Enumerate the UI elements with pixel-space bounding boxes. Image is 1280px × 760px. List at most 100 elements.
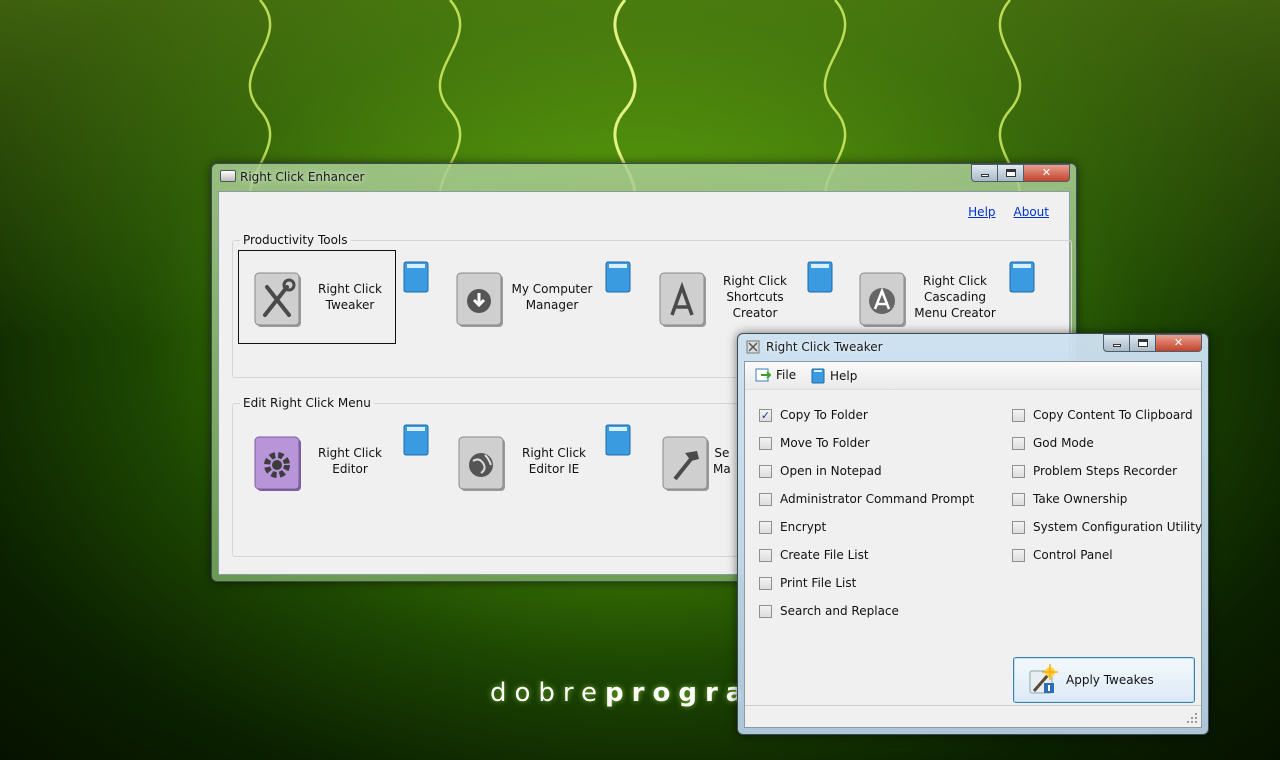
tool-shortcuts-creator[interactable]: Right Click Shortcuts Creator	[643, 250, 801, 344]
checkbox[interactable]: ✓	[759, 408, 772, 422]
help-book-icon[interactable]	[605, 261, 631, 293]
menu-file[interactable]: File	[755, 368, 796, 382]
option-row[interactable]: Print File List	[759, 576, 856, 590]
option-row[interactable]: Search and Replace	[759, 604, 899, 618]
checkbox[interactable]	[1012, 492, 1025, 506]
checkbox[interactable]	[759, 604, 772, 618]
tool-my-computer-manager[interactable]: My Computer Manager	[440, 250, 598, 344]
maximize-button[interactable]	[998, 164, 1024, 182]
app-store-icon	[659, 272, 706, 327]
wallpaper-brand-text: dobreprogra	[490, 678, 751, 708]
brand-bold: progra	[605, 678, 752, 708]
checkbox[interactable]	[759, 520, 772, 534]
tool-right-click-tweaker[interactable]: Right Click Tweaker	[238, 250, 396, 344]
checkbox[interactable]	[759, 576, 772, 590]
menu-help[interactable]: Help	[811, 368, 857, 384]
option-label: God Mode	[1033, 436, 1094, 450]
wrench-screwdriver-icon	[254, 272, 301, 327]
option-label: Take Ownership	[1033, 492, 1128, 506]
option-label: Move To Folder	[780, 436, 870, 450]
option-label: Encrypt	[780, 520, 827, 534]
tool-label: Right Click Editor IE	[521, 446, 586, 476]
window-title: Right Click Enhancer	[240, 170, 365, 184]
option-row[interactable]: Problem Steps Recorder	[1012, 464, 1177, 478]
checkbox[interactable]	[1012, 464, 1025, 478]
group-label: Edit Right Click Menu	[240, 396, 374, 410]
tool-right-click-editor-ie[interactable]: Right Click Editor IE	[442, 414, 600, 508]
brand-light: dobre	[490, 678, 606, 708]
option-label: Open in Notepad	[780, 464, 882, 478]
title-bar[interactable]: Right Click Enhancer ✕	[212, 164, 1076, 190]
help-book-icon[interactable]	[403, 261, 429, 293]
tool-partial-hidden[interactable]: Se Ma	[646, 414, 746, 508]
status-bar	[745, 705, 1201, 727]
close-button[interactable]: ✕	[1024, 164, 1070, 182]
tool-right-click-editor[interactable]: Right Click Editor	[238, 414, 396, 508]
minimize-button[interactable]	[1103, 334, 1130, 352]
maximize-icon	[1137, 339, 1148, 347]
tweaker-client-area: File Help ✓ Copy To Folder Move To Folder O…	[744, 361, 1202, 728]
option-row[interactable]: Administrator Command Prompt	[759, 492, 974, 506]
help-book-icon[interactable]	[1009, 261, 1035, 293]
option-row[interactable]: System Configuration Utility	[1012, 520, 1202, 534]
group-label: Productivity Tools	[240, 233, 351, 247]
menu-help-label: Help	[830, 369, 858, 383]
tool-label: Right Click Shortcuts Creator	[722, 274, 787, 320]
minimize-icon	[980, 174, 989, 177]
file-export-icon	[755, 368, 771, 382]
option-label: Copy To Folder	[780, 408, 868, 422]
tool-label: Right Click Tweaker	[317, 282, 382, 312]
option-row[interactable]: Copy Content To Clipboard	[1012, 408, 1193, 422]
right-click-tweaker-window: Right Click Tweaker ✕ File Help ✓ Copy To…	[737, 333, 1209, 735]
option-row[interactable]: Take Ownership	[1012, 492, 1127, 506]
close-button[interactable]: ✕	[1156, 334, 1202, 352]
checkbox[interactable]	[759, 464, 772, 478]
checkbox[interactable]	[1012, 436, 1025, 450]
option-row[interactable]: Encrypt	[759, 520, 826, 534]
help-book-icon[interactable]	[807, 261, 833, 293]
option-label: Search and Replace	[780, 604, 899, 618]
globe-icon	[458, 436, 505, 491]
resize-grip-icon[interactable]	[1186, 712, 1198, 724]
tool-label: Right Click Cascading Menu Creator	[914, 274, 996, 320]
maximize-icon	[1005, 169, 1016, 177]
option-row[interactable]: Control Panel	[1012, 548, 1113, 562]
option-label: Create File List	[780, 548, 869, 562]
minimize-button[interactable]	[971, 164, 998, 182]
window-title: Right Click Tweaker	[766, 340, 883, 354]
maximize-button[interactable]	[1130, 334, 1156, 352]
option-label: Print File List	[780, 576, 857, 590]
gear-icon	[254, 436, 301, 491]
checkbox[interactable]	[1012, 408, 1025, 422]
apply-tweaks-button[interactable]: Apply Tweakes	[1013, 657, 1195, 703]
help-book-icon[interactable]	[605, 424, 631, 456]
minimize-icon	[1112, 344, 1121, 347]
title-bar[interactable]: Right Click Tweaker ✕	[738, 334, 1208, 360]
option-label: System Configuration Utility	[1033, 520, 1203, 534]
apply-tweaks-label: Apply Tweakes	[1066, 673, 1154, 687]
option-label: Control Panel	[1033, 548, 1113, 562]
checkbox[interactable]	[759, 548, 772, 562]
tool-label: My Computer Manager	[511, 282, 593, 312]
checkbox[interactable]	[759, 436, 772, 450]
option-row[interactable]: Create File List	[759, 548, 869, 562]
close-icon: ✕	[1173, 336, 1184, 349]
tool-cascading-menu-creator[interactable]: Right Click Cascading Menu Creator	[843, 250, 1001, 344]
about-link[interactable]: About	[1014, 205, 1049, 219]
option-row[interactable]: Move To Folder	[759, 436, 870, 450]
help-link[interactable]: Help	[968, 205, 995, 219]
option-label: Copy Content To Clipboard	[1033, 408, 1193, 422]
hammer-icon	[662, 436, 709, 491]
option-row[interactable]: God Mode	[1012, 436, 1094, 450]
option-row[interactable]: Open in Notepad	[759, 464, 882, 478]
checkbox[interactable]	[759, 492, 772, 506]
close-icon: ✕	[1041, 166, 1052, 179]
tweaker-app-icon	[746, 340, 760, 354]
menu-file-label: File	[776, 368, 797, 382]
option-row[interactable]: ✓ Copy To Folder	[759, 408, 868, 422]
magic-wand-icon	[1029, 664, 1058, 694]
checkbox[interactable]	[1012, 548, 1025, 562]
checkbox[interactable]	[1012, 520, 1025, 534]
help-book-icon[interactable]	[403, 424, 429, 456]
help-book-icon	[811, 368, 825, 384]
